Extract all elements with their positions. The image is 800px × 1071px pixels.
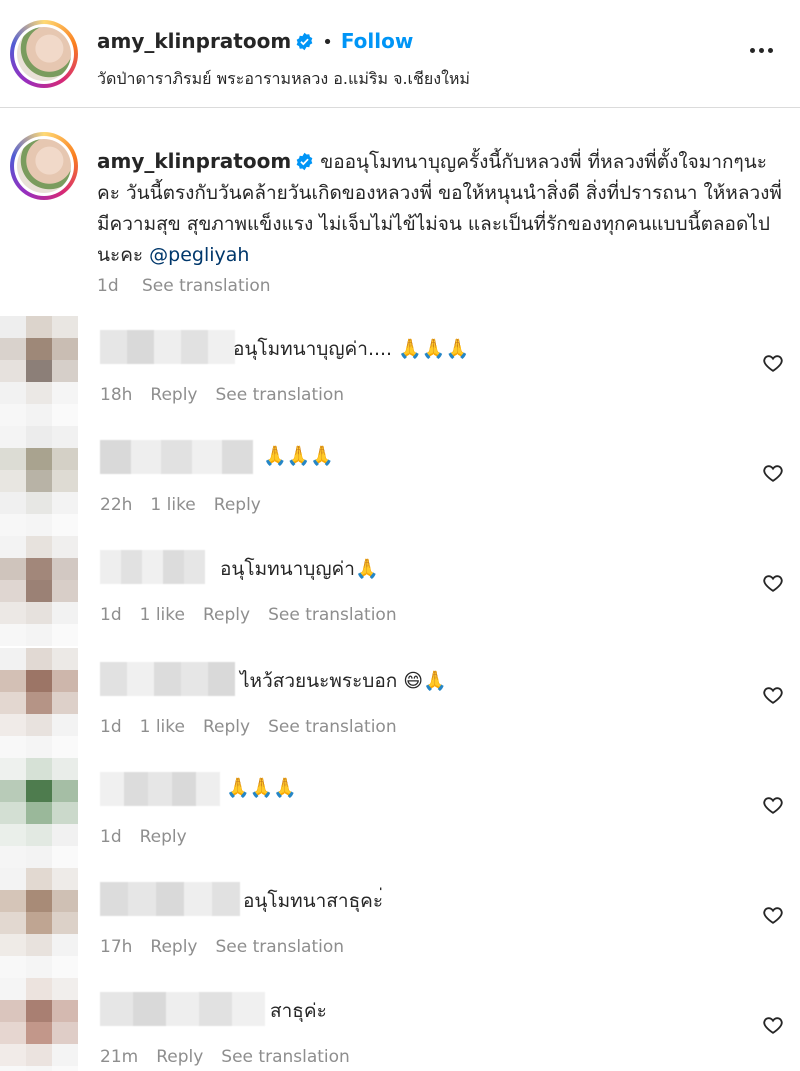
comment-meta: 21m Reply See translation bbox=[100, 1047, 368, 1067]
comment-avatar[interactable] bbox=[0, 868, 78, 978]
comment-username-redacted[interactable] bbox=[100, 882, 240, 916]
comment-text: ไหว้สวยนะพระบอก 😄🙏 bbox=[240, 670, 447, 692]
reply-button[interactable]: Reply bbox=[214, 495, 261, 515]
header-username[interactable]: amy_klinpratoom bbox=[97, 29, 291, 53]
comment-time: 1d bbox=[100, 605, 122, 625]
see-translation-link[interactable]: See translation bbox=[216, 937, 345, 957]
heart-outline-icon[interactable] bbox=[762, 352, 784, 374]
comment-meta: 1d 1 like Reply See translation bbox=[100, 717, 415, 737]
comment-username-redacted[interactable] bbox=[100, 440, 253, 474]
verified-badge-icon bbox=[296, 32, 313, 51]
comment-text: อนุโมทนาบุญค่า🙏 bbox=[220, 558, 379, 580]
verified-badge-icon bbox=[296, 152, 313, 171]
comment-username-redacted[interactable] bbox=[100, 662, 235, 696]
caption-time: 1d bbox=[97, 276, 119, 296]
comment-row: อนุโมทนาบุญค่า🙏 1d 1 like Reply See translat… bbox=[0, 536, 800, 646]
header-user-line: amy_klinpratoom • Follow bbox=[97, 29, 413, 53]
comment-row: อนุโมทนาสาธุคะ่ 17h Reply See translation bbox=[0, 868, 800, 978]
reply-button[interactable]: Reply bbox=[140, 827, 187, 847]
comment-time: 18h bbox=[100, 385, 133, 405]
comment-row: สาธุค่ะ 21m Reply See translation bbox=[0, 978, 800, 1071]
comment-row: อนุโมทนาบุญค่า.... 🙏🙏🙏 18h Reply See transl… bbox=[0, 316, 800, 426]
reply-button[interactable]: Reply bbox=[150, 385, 197, 405]
comment-text: อนุโมทนาบุญค่า.... 🙏🙏🙏 bbox=[233, 338, 470, 360]
comment-time: 21m bbox=[100, 1047, 139, 1067]
comment-text: 🙏🙏🙏 bbox=[263, 445, 334, 467]
comment-time: 17h bbox=[100, 937, 133, 957]
reply-button[interactable]: Reply bbox=[203, 717, 250, 737]
comment-time: 1d bbox=[100, 717, 122, 737]
comment-time: 1d bbox=[100, 827, 122, 847]
profile-avatar[interactable] bbox=[10, 20, 78, 88]
comment-username-redacted[interactable] bbox=[100, 550, 205, 584]
see-translation-link[interactable]: See translation bbox=[221, 1047, 350, 1067]
comment-meta: 17h Reply See translation bbox=[100, 937, 362, 957]
separator-dot: • bbox=[322, 32, 333, 53]
heart-outline-icon[interactable] bbox=[762, 462, 784, 484]
caption-avatar[interactable] bbox=[10, 132, 78, 200]
heart-outline-icon[interactable] bbox=[762, 684, 784, 706]
caption-meta: 1d See translation bbox=[97, 276, 289, 296]
post-caption: amy_klinpratoom ขออนุโมทนาบุญครั้งนี้กับ… bbox=[0, 108, 800, 308]
comment-row: 🙏🙏🙏 22h 1 like Reply bbox=[0, 426, 800, 536]
comment-row: 🙏🙏🙏 1d Reply bbox=[0, 758, 800, 868]
heart-outline-icon[interactable] bbox=[762, 1014, 784, 1036]
caption-username[interactable]: amy_klinpratoom bbox=[97, 149, 291, 173]
comment-likes[interactable]: 1 like bbox=[140, 717, 185, 737]
see-translation-link[interactable]: See translation bbox=[216, 385, 345, 405]
comment-avatar[interactable] bbox=[0, 316, 78, 426]
comment-avatar[interactable] bbox=[0, 648, 78, 758]
follow-button[interactable]: Follow bbox=[341, 29, 414, 53]
comment-avatar[interactable] bbox=[0, 426, 78, 536]
comment-meta: 22h 1 like Reply bbox=[100, 495, 279, 515]
see-translation-link[interactable]: See translation bbox=[268, 605, 397, 625]
see-translation-link[interactable]: See translation bbox=[142, 276, 271, 296]
comment-meta: 1d 1 like Reply See translation bbox=[100, 605, 415, 625]
heart-outline-icon[interactable] bbox=[762, 794, 784, 816]
comment-meta: 18h Reply See translation bbox=[100, 385, 362, 405]
comment-row: ไหว้สวยนะพระบอก 😄🙏 1d 1 like Reply See trans… bbox=[0, 648, 800, 758]
comment-avatar[interactable] bbox=[0, 978, 78, 1071]
reply-button[interactable]: Reply bbox=[203, 605, 250, 625]
comment-username-redacted[interactable] bbox=[100, 992, 265, 1026]
post-header: amy_klinpratoom • Follow วัดป่าดาราภิรมย์ … bbox=[0, 0, 800, 108]
heart-outline-icon[interactable] bbox=[762, 572, 784, 594]
comment-likes[interactable]: 1 like bbox=[150, 495, 195, 515]
comment-avatar[interactable] bbox=[0, 758, 78, 868]
comment-time: 22h bbox=[100, 495, 133, 515]
heart-outline-icon[interactable] bbox=[762, 904, 784, 926]
caption-mention[interactable]: @pegliyah bbox=[149, 244, 249, 266]
comment-likes[interactable]: 1 like bbox=[140, 605, 185, 625]
comment-username-redacted[interactable] bbox=[100, 330, 235, 364]
reply-button[interactable]: Reply bbox=[156, 1047, 203, 1067]
more-options-icon[interactable] bbox=[748, 38, 778, 58]
reply-button[interactable]: Reply bbox=[150, 937, 197, 957]
caption-text: amy_klinpratoom ขออนุโมทนาบุญครั้งนี้กับ… bbox=[97, 146, 787, 271]
comment-text: สาธุค่ะ bbox=[270, 1000, 327, 1022]
post-location[interactable]: วัดป่าดาราภิรมย์ พระอารามหลวง อ.แม่ริม จ… bbox=[97, 67, 470, 92]
see-translation-link[interactable]: See translation bbox=[268, 717, 397, 737]
comment-username-redacted[interactable] bbox=[100, 772, 220, 806]
comment-avatar[interactable] bbox=[0, 536, 78, 646]
comment-meta: 1d Reply bbox=[100, 827, 205, 847]
comment-text: อนุโมทนาสาธุคะ่ bbox=[243, 890, 384, 912]
comment-text: 🙏🙏🙏 bbox=[226, 777, 297, 799]
